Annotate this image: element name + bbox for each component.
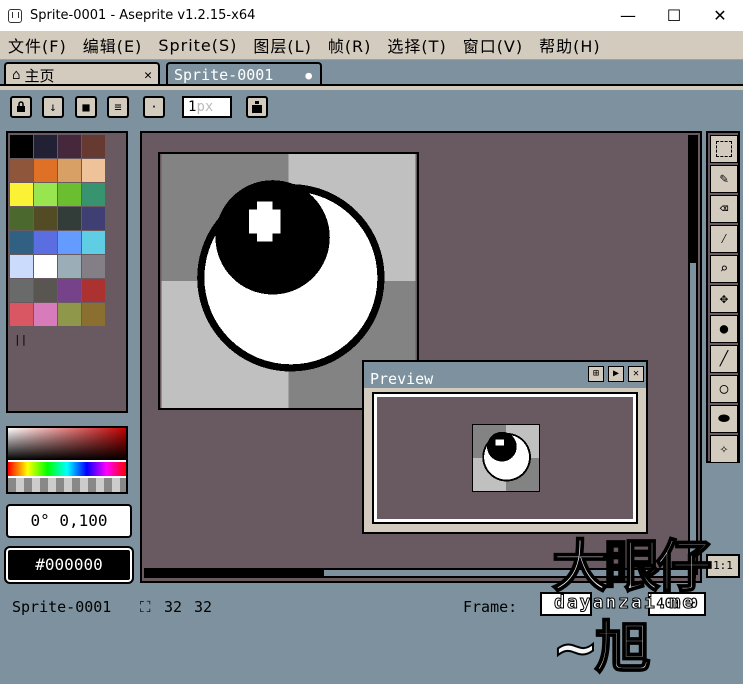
menu-window[interactable]: 窗口(V) bbox=[455, 33, 531, 57]
preview-title: Preview bbox=[370, 370, 434, 388]
palette-swatch[interactable] bbox=[58, 255, 81, 278]
palette-swatch[interactable] bbox=[34, 159, 57, 182]
brush-dot-icon[interactable]: · bbox=[143, 96, 165, 118]
palette-swatch[interactable] bbox=[10, 231, 33, 254]
palette-swatch[interactable] bbox=[10, 159, 33, 182]
vertical-scrollbar[interactable] bbox=[688, 135, 698, 575]
palette-swatch[interactable] bbox=[82, 231, 105, 254]
ink-bottle-icon[interactable] bbox=[246, 96, 268, 118]
preview-sprite-thumbnail bbox=[472, 424, 540, 492]
menu-file[interactable]: 文件(F) bbox=[0, 33, 75, 57]
palette-swatch[interactable] bbox=[34, 231, 57, 254]
palette-swatch[interactable] bbox=[58, 159, 81, 182]
palette-swatch[interactable] bbox=[10, 255, 33, 278]
palette-swatch[interactable] bbox=[58, 207, 81, 230]
color-spectrum[interactable] bbox=[6, 426, 128, 494]
palette-swatch[interactable] bbox=[58, 135, 81, 158]
minimize-button[interactable]: — bbox=[605, 0, 651, 31]
palette-swatch[interactable] bbox=[58, 279, 81, 302]
contour-tool-icon[interactable]: ⬬ bbox=[710, 405, 738, 433]
palette-swatch[interactable] bbox=[10, 207, 33, 230]
palette-swatch[interactable] bbox=[34, 207, 57, 230]
palette-swatch[interactable] bbox=[34, 279, 57, 302]
eyedropper-tool-icon[interactable]: ⁄ bbox=[710, 225, 738, 253]
palette-swatch[interactable] bbox=[82, 135, 105, 158]
hsv-readout[interactable]: 0° 0,100 bbox=[6, 504, 132, 538]
aseprite-app-icon bbox=[8, 8, 22, 23]
saturation-value-area[interactable] bbox=[8, 428, 126, 460]
status-size-height: 32 bbox=[194, 598, 213, 616]
blur-tool-icon[interactable]: ✧ bbox=[710, 435, 738, 463]
brush-size-input[interactable]: 1px bbox=[182, 96, 232, 118]
pencil-tool-icon[interactable]: ✎ bbox=[710, 165, 738, 193]
palette-swatch[interactable] bbox=[58, 231, 81, 254]
palette-swatch[interactable] bbox=[82, 279, 105, 302]
paint-bucket-tool-icon[interactable]: ● bbox=[710, 315, 738, 343]
window-title: Sprite-0001 - Aseprite v1.2.15-x64 bbox=[30, 8, 256, 23]
palette-resize-marker[interactable]: || bbox=[14, 333, 27, 346]
marquee-tool-icon[interactable] bbox=[710, 135, 738, 163]
palette-swatch[interactable] bbox=[82, 255, 105, 278]
title-bar: Sprite-0001 - Aseprite v1.2.15-x64 — ☐ ✕ bbox=[0, 0, 743, 31]
palette-swatch[interactable] bbox=[82, 207, 105, 230]
tab-home-label: 主页 bbox=[24, 66, 55, 85]
download-icon[interactable]: ↓ bbox=[42, 96, 64, 118]
tab-sprite[interactable]: Sprite-0001 ● bbox=[166, 62, 322, 86]
menu-help[interactable]: 帮助(H) bbox=[531, 33, 609, 57]
preview-center-icon[interactable]: ⊞ bbox=[588, 366, 604, 382]
watermark-url: dayanzai.me bbox=[553, 592, 696, 614]
watermark: 大眼仔~旭 dayanzai.me bbox=[546, 522, 726, 682]
palette-swatch[interactable] bbox=[82, 303, 105, 326]
close-button[interactable]: ✕ bbox=[697, 0, 743, 31]
alpha-slider[interactable] bbox=[8, 478, 126, 492]
tab-close-icon[interactable]: ✕ bbox=[144, 68, 152, 83]
menu-layer[interactable]: 图层(L) bbox=[245, 33, 319, 57]
context-toolbar: ↓ ■ ≡ · 1px bbox=[0, 90, 743, 126]
tab-sprite-label: Sprite-0001 bbox=[174, 66, 274, 84]
palette-swatch[interactable] bbox=[10, 279, 33, 302]
menu-bar: 文件(F) 编辑(E) Sprite(S) 图层(L) 帧(R) 选择(T) 窗… bbox=[0, 31, 743, 60]
modified-dot-icon: ● bbox=[305, 68, 312, 82]
palette-swatch[interactable] bbox=[34, 303, 57, 326]
menu-edit[interactable]: 编辑(E) bbox=[75, 33, 151, 57]
eraser-tool-icon[interactable]: ⌫ bbox=[710, 195, 738, 223]
palette-swatch[interactable] bbox=[58, 303, 81, 326]
line-tool-icon[interactable]: ╱ bbox=[710, 345, 738, 373]
status-size-width: 32 bbox=[164, 598, 183, 616]
palette-swatch[interactable] bbox=[10, 303, 33, 326]
tab-strip: ⌂ 主页 ✕ Sprite-0001 ● bbox=[0, 60, 743, 86]
zoom-tool-icon[interactable]: ⌕ bbox=[710, 255, 738, 283]
palette-swatch[interactable] bbox=[82, 183, 105, 206]
menu-icon[interactable]: ≡ bbox=[107, 96, 129, 118]
hue-slider[interactable] bbox=[8, 462, 126, 476]
brush-size-unit: px bbox=[196, 99, 214, 115]
ellipse-tool-icon[interactable]: ◯ bbox=[710, 375, 738, 403]
status-sprite-name: Sprite-0001 bbox=[12, 598, 112, 616]
palette-swatch[interactable] bbox=[34, 255, 57, 278]
move-tool-icon[interactable]: ✥ bbox=[710, 285, 738, 313]
menu-sprite[interactable]: Sprite(S) bbox=[150, 36, 245, 55]
palette-swatch[interactable] bbox=[10, 135, 33, 158]
palette-swatch[interactable] bbox=[58, 183, 81, 206]
palette-swatch[interactable] bbox=[34, 183, 57, 206]
preview-canvas bbox=[372, 392, 638, 524]
status-frame-label: Frame: bbox=[463, 598, 518, 616]
preview-window[interactable]: Preview ⊞ ▶ ✕ bbox=[362, 360, 648, 534]
menu-select[interactable]: 选择(T) bbox=[379, 33, 454, 57]
menu-frame[interactable]: 帧(R) bbox=[320, 33, 380, 57]
home-icon: ⌂ bbox=[12, 67, 21, 83]
tab-home[interactable]: ⌂ 主页 ✕ bbox=[4, 62, 160, 86]
lock-icon[interactable] bbox=[10, 96, 32, 118]
preview-play-icon[interactable]: ▶ bbox=[608, 366, 624, 382]
sprite-size-icon: ⛶ bbox=[140, 598, 151, 616]
palette-swatch[interactable] bbox=[34, 135, 57, 158]
palette-swatch[interactable] bbox=[10, 183, 33, 206]
color-palette bbox=[6, 131, 128, 413]
square-icon[interactable]: ■ bbox=[75, 96, 97, 118]
hex-color-field[interactable]: #000000 bbox=[4, 546, 134, 584]
tool-bar: ✎ ⌫ ⁄ ⌕ ✥ ● ╱ ◯ ⬬ ✧ bbox=[706, 131, 740, 463]
preview-close-icon[interactable]: ✕ bbox=[628, 366, 644, 382]
palette-swatch[interactable] bbox=[82, 159, 105, 182]
maximize-button[interactable]: ☐ bbox=[651, 0, 697, 31]
